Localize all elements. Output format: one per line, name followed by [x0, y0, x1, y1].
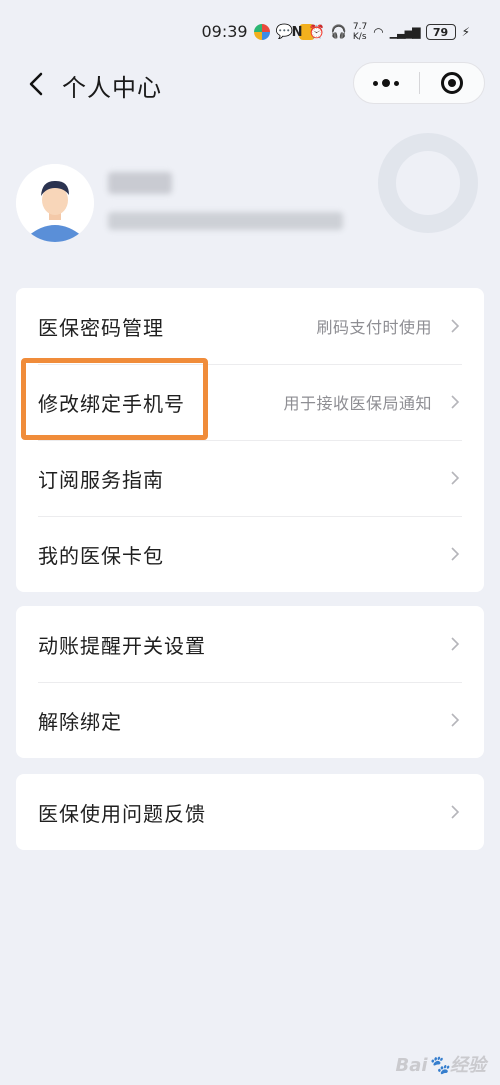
chevron-right-icon	[451, 547, 460, 561]
user-id-blurred	[108, 212, 343, 230]
menu-item-hint: 用于接收医保局通知	[283, 394, 432, 413]
profile-header	[16, 160, 486, 250]
avatar[interactable]	[16, 164, 94, 242]
annotation-highlight	[21, 358, 208, 440]
battery-icon: 79	[425, 24, 456, 40]
more-button[interactable]	[354, 63, 419, 103]
more-dots-icon	[373, 79, 400, 87]
menu-item-label: 解除绑定	[38, 709, 122, 734]
chevron-right-icon	[451, 319, 460, 333]
menu-item-card-wallet[interactable]: 我的医保卡包	[16, 516, 484, 592]
signal-icon: ▁▃▅▇	[389, 25, 421, 39]
menu-item-label: 医保使用问题反馈	[38, 801, 206, 826]
menu-item-unbind[interactable]: 解除绑定	[16, 682, 484, 758]
menu-item-label: 我的医保卡包	[38, 543, 164, 568]
charging-icon: ⚡	[461, 25, 470, 39]
back-button[interactable]	[16, 62, 56, 106]
app-notification-icon	[253, 23, 270, 40]
target-icon	[440, 72, 463, 94]
menu-item-insurance-password[interactable]: 医保密码管理 刷码支付时使用	[16, 288, 484, 364]
settings-card-2: 动账提醒开关设置 解除绑定	[16, 606, 484, 758]
nav-bar: 个人中心	[0, 62, 500, 106]
menu-item-feedback[interactable]: 医保使用问题反馈	[16, 774, 484, 850]
user-name-blurred	[108, 172, 172, 194]
wifi-icon: ◠	[373, 25, 384, 39]
chevron-left-icon	[29, 72, 43, 96]
settings-card-3: 医保使用问题反馈	[16, 774, 484, 850]
net-speed-value: 7.7	[352, 22, 368, 32]
menu-item-label: 医保密码管理	[38, 315, 164, 340]
wechat-icon: 💬	[275, 23, 293, 40]
chevron-right-icon	[451, 471, 460, 485]
alarm-icon: ⏰	[308, 24, 325, 40]
settings-card-1: 医保密码管理 刷码支付时使用 修改绑定手机号 用于接收医保局通知 订阅服务指南 …	[16, 288, 484, 592]
chevron-right-icon	[451, 713, 460, 727]
page-title: 个人中心	[62, 74, 162, 102]
chevron-right-icon	[451, 637, 460, 651]
user-avatar-icon	[16, 164, 94, 242]
mini-program-capsule	[353, 62, 485, 104]
chevron-right-icon	[451, 395, 460, 409]
menu-item-transaction-alert[interactable]: 动账提醒开关设置	[16, 606, 484, 682]
baidu-watermark-logo: Bai🐾经验	[395, 1055, 486, 1076]
status-bar: 09:39 💬 N ⏰ 🎧 7.7 K/s ◠ ▁▃▅▇ 79 ⚡	[0, 0, 500, 62]
nfc-icon: N	[291, 24, 303, 40]
menu-item-subscribe-guide[interactable]: 订阅服务指南	[16, 440, 484, 516]
headphone-icon: 🎧	[330, 24, 347, 40]
net-speed-unit: K/s	[352, 32, 367, 42]
menu-item-hint: 刷码支付时使用	[316, 318, 432, 337]
status-time: 09:39	[201, 22, 248, 41]
chevron-right-icon	[451, 805, 460, 819]
menu-item-label: 订阅服务指南	[38, 467, 164, 492]
close-mini-program-button[interactable]	[420, 63, 485, 103]
menu-item-label: 动账提醒开关设置	[38, 633, 206, 658]
net-speed: 7.7 K/s	[353, 22, 367, 42]
status-right: N ⏰ 🎧 7.7 K/s ◠ ▁▃▅▇ 79 ⚡	[292, 22, 470, 42]
